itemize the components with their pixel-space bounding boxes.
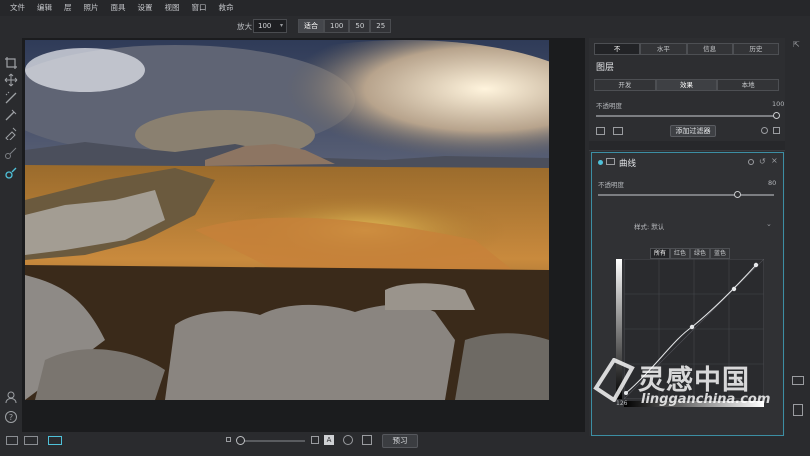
tab-local[interactable]: 本地 xyxy=(717,79,780,91)
zoom-value: 100 xyxy=(258,22,272,30)
menu-settings[interactable]: 设置 xyxy=(132,0,159,16)
layers-title: 图层 xyxy=(596,63,615,73)
brush-size-slider-handle[interactable] xyxy=(236,436,245,445)
menu-view[interactable]: 视图 xyxy=(159,0,186,16)
menu-bar: 文件 编辑 层 照片 面具 设置 视图 窗口 救命 xyxy=(0,0,810,16)
tab-none[interactable]: 不 xyxy=(594,43,641,55)
zoom-100-button[interactable]: 100 xyxy=(324,19,350,33)
opacity-slider-track[interactable] xyxy=(596,115,777,117)
tab-develop[interactable]: 开发 xyxy=(594,79,656,91)
auto-mask-icon[interactable]: A xyxy=(324,435,334,445)
svg-text:?: ? xyxy=(9,413,13,422)
filter-mask-icon[interactable] xyxy=(606,158,615,165)
panel-menu-icon[interactable] xyxy=(773,127,780,134)
compare-view-icon[interactable] xyxy=(48,436,62,445)
channel-blue[interactable]: 蓝色 xyxy=(710,248,731,259)
small-thumb-icon xyxy=(226,437,231,442)
channel-red[interactable]: 红色 xyxy=(670,248,691,259)
right-icon-strip: ⇱ xyxy=(787,38,810,436)
menu-edit[interactable]: 编辑 xyxy=(31,0,58,16)
user-icon[interactable] xyxy=(4,390,18,404)
add-filter-button[interactable]: 添加过滤器 xyxy=(670,125,716,137)
zoom-select[interactable]: 100 ▾ xyxy=(253,19,287,33)
curves-opacity-slider-track[interactable] xyxy=(598,194,774,196)
photo-canvas[interactable] xyxy=(25,40,549,400)
reset-icon[interactable]: ↺ xyxy=(759,157,766,166)
panel-dock-icon[interactable]: ⇱ xyxy=(793,40,803,50)
channel-green[interactable]: 绿色 xyxy=(690,248,711,259)
zoom-preset-group: 适合 100 50 25 xyxy=(298,19,392,33)
zoom-50-button[interactable]: 50 xyxy=(349,19,371,33)
gear-icon[interactable] xyxy=(761,127,768,134)
curves-opacity-value[interactable]: 80 xyxy=(768,179,776,187)
mask-view-icon[interactable] xyxy=(362,435,372,445)
help-icon[interactable]: ? xyxy=(4,410,18,424)
chevron-down-icon: ▾ xyxy=(279,22,283,29)
filmstrip-view-icon[interactable] xyxy=(24,436,38,445)
eraser-tool-icon[interactable] xyxy=(4,126,18,142)
print-icon[interactable] xyxy=(792,376,804,385)
watermark-logo-icon xyxy=(593,358,635,402)
zoom-label: 放大 xyxy=(237,22,252,31)
tab-info[interactable]: 信息 xyxy=(686,43,733,55)
bottom-bar: A 预习 xyxy=(0,432,585,456)
opacity-slider-handle[interactable] xyxy=(773,112,780,119)
collapsed-filter-row[interactable] xyxy=(589,141,785,151)
curves-opacity-slider-handle[interactable] xyxy=(734,191,741,198)
layer-mask-icon[interactable] xyxy=(613,127,623,135)
tab-history[interactable]: 历史 xyxy=(732,43,779,55)
mask-overlay-icon[interactable] xyxy=(343,435,353,445)
top-tab-group: 不 水平 信息 历史 xyxy=(594,43,779,55)
share-icon[interactable] xyxy=(793,404,803,416)
zoom-fit-button[interactable]: 适合 xyxy=(298,19,324,33)
menu-file[interactable]: 文件 xyxy=(4,0,31,16)
crop-tool-icon[interactable] xyxy=(4,56,18,70)
zoom-25-button[interactable]: 25 xyxy=(370,19,392,33)
menu-photo[interactable]: 照片 xyxy=(78,0,105,16)
preview-button[interactable]: 预习 xyxy=(382,434,418,448)
gradient-tool-icon[interactable] xyxy=(4,108,18,122)
single-view-icon[interactable] xyxy=(6,436,18,445)
top-toolbar: 放大 100 ▾ 适合 100 50 25 xyxy=(0,16,582,38)
curves-opacity-label: 不透明度 xyxy=(598,181,624,189)
layer-folder-icon[interactable] xyxy=(596,127,605,135)
tab-effects[interactable]: 效果 xyxy=(655,79,718,91)
brush-size-slider-track[interactable] xyxy=(243,440,305,442)
clone-tool-icon[interactable] xyxy=(4,146,18,160)
large-thumb-icon xyxy=(311,436,319,444)
refine-tool-icon[interactable] xyxy=(4,166,18,180)
channel-tab-group: 所有 红色 绿色 蓝色 xyxy=(650,248,731,259)
watermark-url: lingganchina.com xyxy=(641,392,771,407)
watermark: 灵感中国 lingganchina.com xyxy=(588,352,784,416)
curves-gear-icon[interactable] xyxy=(748,159,754,165)
close-icon[interactable]: × xyxy=(771,156,778,165)
filter-enabled-icon[interactable] xyxy=(598,160,603,165)
menu-mask[interactable]: 面具 xyxy=(105,0,132,16)
chevron-down-icon[interactable]: ⌄ xyxy=(766,220,772,228)
tab-level[interactable]: 水平 xyxy=(640,43,687,55)
opacity-label: 不透明度 xyxy=(596,102,622,110)
opacity-value[interactable]: 100 xyxy=(772,100,784,108)
menu-window[interactable]: 窗口 xyxy=(186,0,213,16)
menu-layer[interactable]: 层 xyxy=(58,0,78,16)
curves-title: 曲线 xyxy=(619,159,637,169)
move-tool-icon[interactable] xyxy=(4,73,18,87)
mode-tab-group: 开发 效果 本地 xyxy=(594,79,780,91)
brush-tool-icon[interactable] xyxy=(4,91,18,105)
tool-sidebar: ? xyxy=(0,16,22,436)
menu-help[interactable]: 救命 xyxy=(213,0,240,16)
curves-style-select[interactable]: 样式: 默认 xyxy=(634,221,664,231)
channel-all[interactable]: 所有 xyxy=(650,248,671,259)
